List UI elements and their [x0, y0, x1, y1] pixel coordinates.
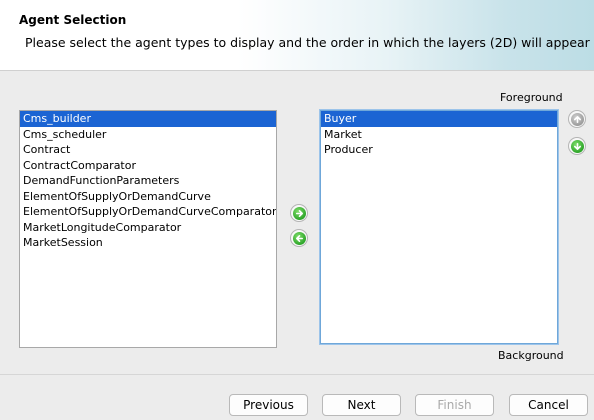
- previous-button[interactable]: Previous: [229, 394, 308, 416]
- available-agent-item[interactable]: MarketLongitudeComparator: [20, 220, 276, 236]
- arrow-down-icon: [570, 139, 584, 153]
- available-agent-item[interactable]: Cms_scheduler: [20, 127, 276, 143]
- add-agent-button[interactable]: [290, 204, 308, 222]
- wizard-header: Agent Selection Please select the agent …: [0, 0, 594, 71]
- selected-agent-item[interactable]: Market: [321, 127, 557, 143]
- arrow-up-icon: [570, 112, 584, 126]
- next-button[interactable]: Next: [322, 394, 401, 416]
- cancel-button[interactable]: Cancel: [509, 394, 588, 416]
- available-agents-list[interactable]: Cms_builder Cms_scheduler Contract Contract…: [19, 110, 277, 348]
- available-agent-item[interactable]: MarketSession: [20, 235, 276, 251]
- selected-agent-item[interactable]: Buyer: [321, 111, 557, 127]
- available-agent-item[interactable]: DemandFunctionParameters: [20, 173, 276, 189]
- selected-agent-item[interactable]: Producer: [321, 142, 557, 158]
- available-agent-item[interactable]: Cms_builder: [20, 111, 276, 127]
- finish-button[interactable]: Finish: [415, 394, 494, 416]
- arrow-right-icon: [292, 206, 306, 220]
- available-agent-item[interactable]: ContractComparator: [20, 158, 276, 174]
- move-up-button[interactable]: [568, 110, 586, 128]
- background-label: Background: [498, 349, 564, 362]
- move-down-button[interactable]: [568, 137, 586, 155]
- footer-divider: [0, 374, 594, 375]
- available-agent-item[interactable]: ElementOfSupplyOrDemandCurve: [20, 189, 276, 205]
- selected-agents-list[interactable]: Buyer Market Producer: [320, 110, 558, 344]
- available-agent-item[interactable]: ElementOfSupplyOrDemandCurveComparator: [20, 204, 276, 220]
- available-agent-item[interactable]: Contract: [20, 142, 276, 158]
- wizard-title: Agent Selection: [19, 13, 127, 27]
- remove-agent-button[interactable]: [290, 229, 308, 247]
- wizard-subtitle: Please select the agent types to display…: [25, 35, 590, 50]
- foreground-label: Foreground: [500, 91, 563, 104]
- arrow-left-icon: [292, 231, 306, 245]
